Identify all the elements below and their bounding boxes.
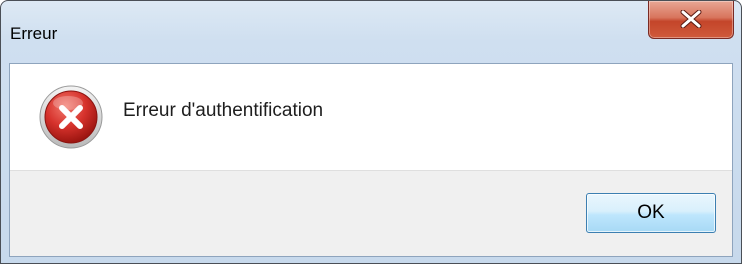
title-bar[interactable]: Erreur xyxy=(1,1,741,63)
close-button[interactable] xyxy=(648,1,734,39)
window-title: Erreur xyxy=(10,24,58,43)
dialog-body: Erreur d'authentification OK xyxy=(9,63,733,257)
error-icon xyxy=(39,85,103,149)
button-bar: OK xyxy=(10,171,732,256)
ok-button[interactable]: OK xyxy=(586,193,716,233)
error-message: Erreur d'authentification xyxy=(123,100,324,121)
close-icon xyxy=(680,10,702,28)
message-area: Erreur d'authentification xyxy=(10,64,732,171)
dialog-window: Erreur Erreur d'authentification OK xyxy=(0,0,742,264)
